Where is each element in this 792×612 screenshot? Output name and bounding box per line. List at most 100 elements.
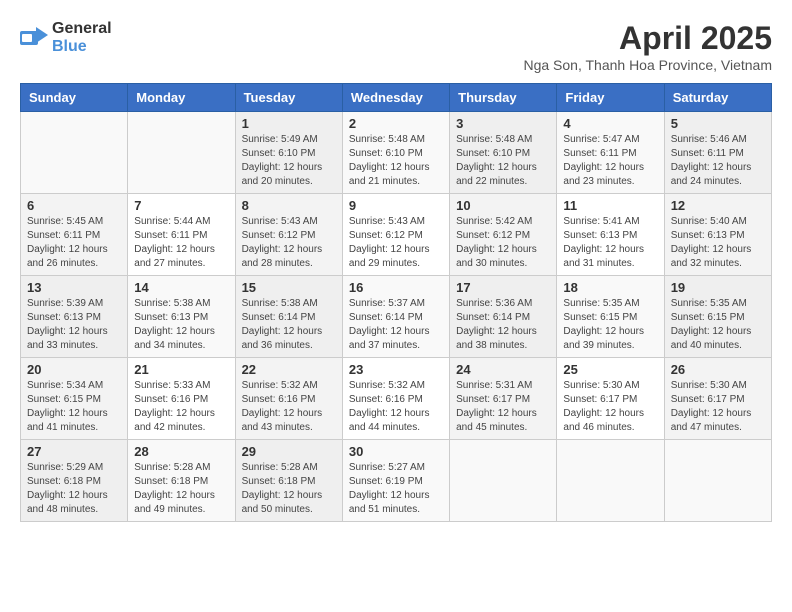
calendar-cell: 6 Sunrise: 5:45 AM Sunset: 6:11 PM Daylig… — [21, 194, 128, 276]
calendar-cell: 12 Sunrise: 5:40 AM Sunset: 6:13 PM Dayli… — [664, 194, 771, 276]
day-info: Sunrise: 5:43 AM Sunset: 6:12 PM Dayligh… — [242, 215, 336, 271]
header: General Blue April 2025 Nga Son, Thanh H… — [20, 20, 772, 73]
month-title: April 2025 — [523, 20, 772, 57]
day-info: Sunrise: 5:32 AM Sunset: 6:16 PM Dayligh… — [349, 379, 443, 435]
day-info: Sunrise: 5:39 AM Sunset: 6:13 PM Dayligh… — [27, 297, 121, 353]
calendar-cell — [664, 440, 771, 522]
calendar-cell: 29 Sunrise: 5:28 AM Sunset: 6:18 PM Dayli… — [235, 440, 342, 522]
day-info: Sunrise: 5:48 AM Sunset: 6:10 PM Dayligh… — [349, 133, 443, 189]
calendar-cell: 27Sunrise: 5:29 AM Sunset: 6:18 PM Dayli… — [21, 440, 128, 522]
day-info: Sunrise: 5:48 AM Sunset: 6:10 PM Dayligh… — [456, 133, 550, 189]
logo-text: General Blue — [52, 20, 112, 56]
calendar-cell — [128, 112, 235, 194]
title-area: April 2025 Nga Son, Thanh Hoa Province, … — [523, 20, 772, 73]
calendar-cell: 2 Sunrise: 5:48 AM Sunset: 6:10 PM Daylig… — [342, 112, 449, 194]
calendar-cell: 16 Sunrise: 5:37 AM Sunset: 6:14 PM Dayli… — [342, 276, 449, 358]
day-info: Sunrise: 5:45 AM Sunset: 6:11 PM Dayligh… — [27, 215, 121, 271]
day-number: 1 — [242, 116, 336, 131]
calendar-body: 1 Sunrise: 5:49 AM Sunset: 6:10 PM Daylig… — [21, 112, 772, 522]
calendar-header-tuesday: Tuesday — [235, 84, 342, 112]
day-number: 2 — [349, 116, 443, 131]
day-info: Sunrise: 5:27 AM Sunset: 6:19 PM Dayligh… — [349, 461, 443, 517]
day-number: 11 — [563, 198, 657, 213]
day-number: 14 — [134, 280, 228, 295]
day-number: 16 — [349, 280, 443, 295]
day-info: Sunrise: 5:28 AM Sunset: 6:18 PM Dayligh… — [242, 461, 336, 517]
day-info: Sunrise: 5:37 AM Sunset: 6:14 PM Dayligh… — [349, 297, 443, 353]
calendar-cell: 19Sunrise: 5:35 AM Sunset: 6:15 PM Dayli… — [664, 276, 771, 358]
calendar-cell — [450, 440, 557, 522]
logo: General Blue — [20, 20, 112, 56]
calendar-cell: 22Sunrise: 5:32 AM Sunset: 6:16 PM Dayli… — [235, 358, 342, 440]
calendar-cell: 28 Sunrise: 5:28 AM Sunset: 6:18 PM Dayli… — [128, 440, 235, 522]
day-number: 23 — [349, 362, 443, 377]
day-number: 30 — [349, 444, 443, 459]
day-info: Sunrise: 5:33 AM Sunset: 6:16 PM Dayligh… — [134, 379, 228, 435]
calendar-week-row: 27Sunrise: 5:29 AM Sunset: 6:18 PM Dayli… — [21, 440, 772, 522]
day-info: Sunrise: 5:49 AM Sunset: 6:10 PM Dayligh… — [242, 133, 336, 189]
day-number: 26 — [671, 362, 765, 377]
day-number: 28 — [134, 444, 228, 459]
day-info: Sunrise: 5:38 AM Sunset: 6:14 PM Dayligh… — [242, 297, 336, 353]
day-info: Sunrise: 5:46 AM Sunset: 6:11 PM Dayligh… — [671, 133, 765, 189]
calendar-cell: 23 Sunrise: 5:32 AM Sunset: 6:16 PM Dayli… — [342, 358, 449, 440]
calendar-cell: 9 Sunrise: 5:43 AM Sunset: 6:12 PM Daylig… — [342, 194, 449, 276]
day-number: 10 — [456, 198, 550, 213]
day-number: 25 — [563, 362, 657, 377]
calendar-cell: 21 Sunrise: 5:33 AM Sunset: 6:16 PM Dayli… — [128, 358, 235, 440]
day-number: 27 — [27, 444, 121, 459]
calendar-header-thursday: Thursday — [450, 84, 557, 112]
calendar-header-monday: Monday — [128, 84, 235, 112]
day-info: Sunrise: 5:31 AM Sunset: 6:17 PM Dayligh… — [456, 379, 550, 435]
day-number: 4 — [563, 116, 657, 131]
day-number: 7 — [134, 198, 228, 213]
day-number: 6 — [27, 198, 121, 213]
day-info: Sunrise: 5:35 AM Sunset: 6:15 PM Dayligh… — [671, 297, 765, 353]
day-info: Sunrise: 5:40 AM Sunset: 6:13 PM Dayligh… — [671, 215, 765, 271]
day-number: 15 — [242, 280, 336, 295]
calendar-cell: 10 Sunrise: 5:42 AM Sunset: 6:12 PM Dayli… — [450, 194, 557, 276]
calendar-cell: 4 Sunrise: 5:47 AM Sunset: 6:11 PM Daylig… — [557, 112, 664, 194]
calendar-week-row: 13 Sunrise: 5:39 AM Sunset: 6:13 PM Dayli… — [21, 276, 772, 358]
day-info: Sunrise: 5:44 AM Sunset: 6:11 PM Dayligh… — [134, 215, 228, 271]
calendar-table: SundayMondayTuesdayWednesdayThursdayFrid… — [20, 83, 772, 522]
calendar-cell: 24 Sunrise: 5:31 AM Sunset: 6:17 PM Dayli… — [450, 358, 557, 440]
calendar-cell: 30 Sunrise: 5:27 AM Sunset: 6:19 PM Dayli… — [342, 440, 449, 522]
day-number: 5 — [671, 116, 765, 131]
day-info: Sunrise: 5:42 AM Sunset: 6:12 PM Dayligh… — [456, 215, 550, 271]
calendar-cell: 18Sunrise: 5:35 AM Sunset: 6:15 PM Dayli… — [557, 276, 664, 358]
calendar-cell — [557, 440, 664, 522]
calendar-cell: 20Sunrise: 5:34 AM Sunset: 6:15 PM Dayli… — [21, 358, 128, 440]
day-info: Sunrise: 5:32 AM Sunset: 6:16 PM Dayligh… — [242, 379, 336, 435]
calendar-week-row: 1 Sunrise: 5:49 AM Sunset: 6:10 PM Daylig… — [21, 112, 772, 194]
day-number: 21 — [134, 362, 228, 377]
calendar-cell: 3 Sunrise: 5:48 AM Sunset: 6:10 PM Daylig… — [450, 112, 557, 194]
calendar-cell: 13 Sunrise: 5:39 AM Sunset: 6:13 PM Dayli… — [21, 276, 128, 358]
day-number: 12 — [671, 198, 765, 213]
day-number: 29 — [242, 444, 336, 459]
calendar-header-wednesday: Wednesday — [342, 84, 449, 112]
calendar-header-friday: Friday — [557, 84, 664, 112]
location-title: Nga Son, Thanh Hoa Province, Vietnam — [523, 57, 772, 73]
day-info: Sunrise: 5:43 AM Sunset: 6:12 PM Dayligh… — [349, 215, 443, 271]
calendar-cell: 26Sunrise: 5:30 AM Sunset: 6:17 PM Dayli… — [664, 358, 771, 440]
day-info: Sunrise: 5:47 AM Sunset: 6:11 PM Dayligh… — [563, 133, 657, 189]
calendar-header-sunday: Sunday — [21, 84, 128, 112]
day-info: Sunrise: 5:28 AM Sunset: 6:18 PM Dayligh… — [134, 461, 228, 517]
calendar-week-row: 6 Sunrise: 5:45 AM Sunset: 6:11 PM Daylig… — [21, 194, 772, 276]
day-info: Sunrise: 5:30 AM Sunset: 6:17 PM Dayligh… — [563, 379, 657, 435]
day-number: 20 — [27, 362, 121, 377]
day-number: 9 — [349, 198, 443, 213]
calendar-week-row: 20Sunrise: 5:34 AM Sunset: 6:15 PM Dayli… — [21, 358, 772, 440]
day-number: 24 — [456, 362, 550, 377]
day-number: 3 — [456, 116, 550, 131]
calendar-cell: 11Sunrise: 5:41 AM Sunset: 6:13 PM Dayli… — [557, 194, 664, 276]
day-info: Sunrise: 5:35 AM Sunset: 6:15 PM Dayligh… — [563, 297, 657, 353]
day-number: 8 — [242, 198, 336, 213]
logo-icon — [20, 27, 48, 49]
day-number: 17 — [456, 280, 550, 295]
day-number: 13 — [27, 280, 121, 295]
calendar-cell: 15 Sunrise: 5:38 AM Sunset: 6:14 PM Dayli… — [235, 276, 342, 358]
calendar-cell: 5 Sunrise: 5:46 AM Sunset: 6:11 PM Daylig… — [664, 112, 771, 194]
day-info: Sunrise: 5:38 AM Sunset: 6:13 PM Dayligh… — [134, 297, 228, 353]
